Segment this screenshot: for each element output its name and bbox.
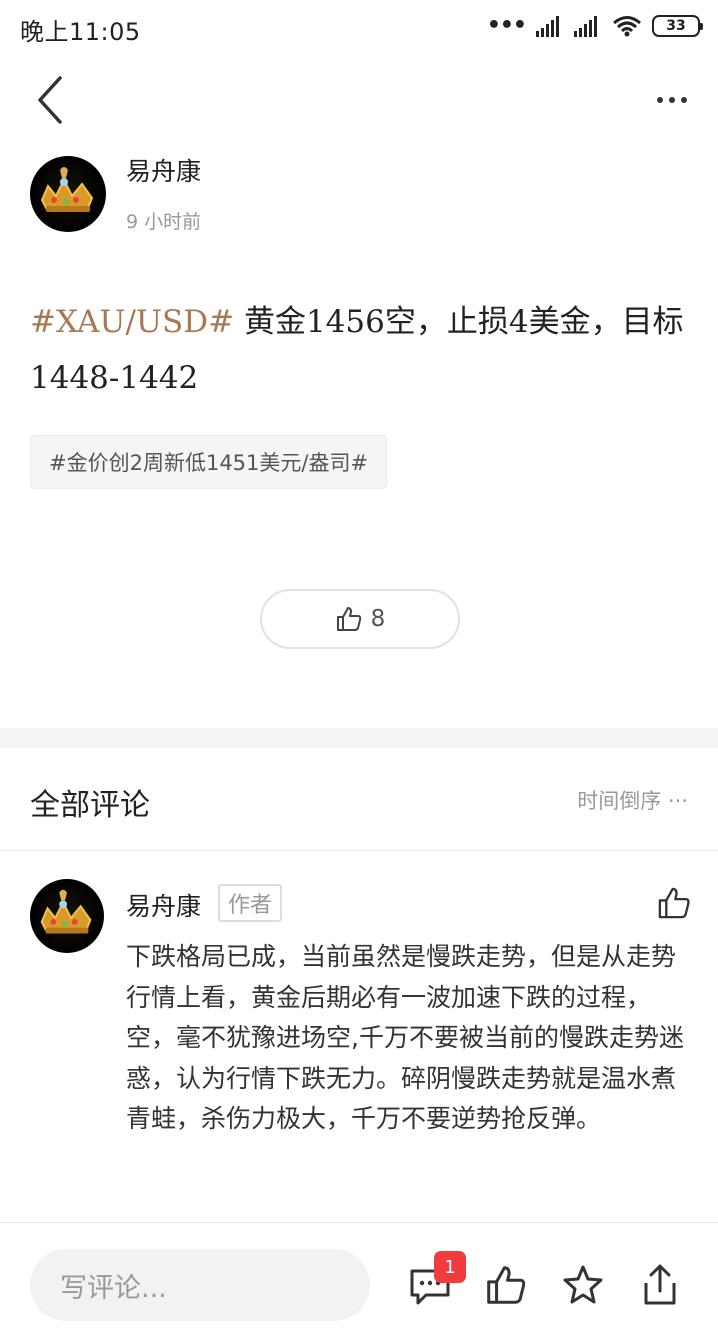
more-dot-icon	[681, 97, 687, 103]
topic-tag[interactable]: #金价创2周新低1451美元/盎司#	[30, 435, 388, 489]
author-badge: 作者	[218, 884, 283, 922]
top-nav	[0, 64, 718, 136]
comment-input[interactable]: 写评论...	[30, 1249, 370, 1321]
wifi-icon	[613, 16, 641, 37]
thumbs-up-icon	[487, 1266, 526, 1304]
more-dot-icon	[657, 97, 663, 103]
chevron-left-icon	[38, 76, 62, 124]
signal-icon-2	[574, 16, 597, 37]
crown-avatar-image	[40, 889, 92, 934]
post-text-line2: 1448-1442	[30, 360, 199, 396]
more-dot-icon	[669, 97, 675, 103]
author-name[interactable]: 易舟康	[126, 152, 201, 188]
share-icon	[644, 1264, 676, 1305]
more-button[interactable]	[644, 82, 700, 118]
sort-order-button[interactable]: 时间倒序 ···	[577, 785, 688, 815]
comment-count-badge: 1	[434, 1251, 466, 1283]
battery-icon: 33	[652, 15, 703, 37]
more-dots-icon: ···	[667, 789, 688, 813]
status-bar: 晚上11:05 ••• 33	[0, 0, 718, 54]
comments-title: 全部评论	[30, 788, 150, 823]
bottom-bar: 写评论... 1	[0, 1222, 718, 1334]
share-button[interactable]	[638, 1263, 682, 1307]
post-time: 9 小时前	[126, 211, 202, 233]
comment-text: 下跌格局已成，当前虽然是慢跌走势，但是从走势行情上看，黄金后期必有一波加速下跌的…	[126, 942, 684, 1133]
post-like-button[interactable]: 8	[260, 589, 460, 649]
post-hashtag[interactable]: #XAU/USD#	[30, 304, 234, 340]
sort-order-label: 时间倒序	[577, 789, 662, 813]
crown-avatar-image	[40, 167, 94, 212]
post-like-count: 8	[370, 606, 386, 632]
signal-icon	[536, 16, 559, 37]
post-body: #XAU/USD# 黄金1456空，止损4美金，目标 1448-1442	[30, 294, 690, 406]
section-divider	[0, 728, 718, 748]
back-button[interactable]	[28, 74, 72, 126]
thumbs-up-icon	[658, 887, 690, 919]
like-button[interactable]	[484, 1263, 528, 1307]
status-icons: ••• 33	[486, 13, 703, 38]
comment-like-button[interactable]	[656, 885, 692, 921]
author-avatar[interactable]	[30, 156, 106, 232]
star-icon	[563, 1265, 603, 1304]
notification-dots-icon: •••	[486, 13, 527, 38]
favorite-button[interactable]	[561, 1263, 605, 1307]
status-time: 晚上11:05	[20, 18, 141, 46]
thumbs-up-icon	[336, 607, 361, 631]
comment-author-name[interactable]: 易舟康	[126, 887, 201, 923]
comments-header-divider	[0, 850, 718, 851]
post-text-line1: 黄金1456空，止损4美金，目标	[234, 304, 684, 340]
battery-level: 33	[666, 18, 686, 34]
comment-avatar[interactable]	[30, 879, 104, 953]
